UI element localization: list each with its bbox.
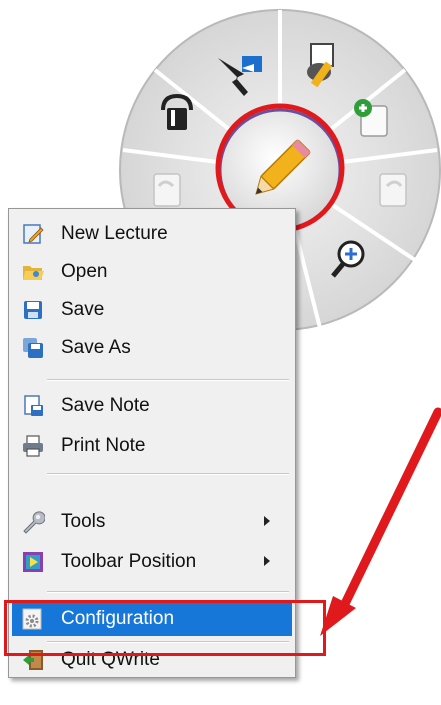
menu-item-tools[interactable]: Tools <box>12 505 292 539</box>
save-note-icon <box>20 393 46 419</box>
menu-item-label: Save Note <box>61 395 150 416</box>
menu-item-save-as[interactable]: Save As <box>12 331 292 365</box>
menu-item-new-lecture[interactable]: New Lecture <box>12 217 292 251</box>
menu-item-toolbar-position[interactable]: Toolbar Position <box>12 545 292 579</box>
open-folder-icon <box>20 259 46 285</box>
toolbar-position-icon <box>20 549 46 575</box>
menu-item-label: Open <box>61 261 108 282</box>
next-page-icon[interactable] <box>379 173 407 207</box>
menu-separator <box>47 591 289 593</box>
submenu-arrow-icon <box>264 516 270 526</box>
menu-item-label: Toolbar Position <box>61 551 197 572</box>
submenu-arrow-icon <box>264 556 270 566</box>
menu-separator <box>47 379 289 381</box>
menu-item-save-note[interactable]: Save Note <box>12 389 292 423</box>
save-disk-icon <box>20 297 46 323</box>
menu-item-label: New Lecture <box>61 223 168 244</box>
annotation-highlight-box <box>4 600 326 656</box>
previous-page-icon[interactable] <box>153 173 181 207</box>
menu-item-save[interactable]: Save <box>12 293 292 327</box>
new-lecture-icon <box>20 221 46 247</box>
wrench-icon <box>20 509 46 535</box>
menu-item-label: Print Note <box>61 435 146 456</box>
menu-item-label: Save <box>61 299 105 320</box>
printer-icon <box>20 433 46 459</box>
screenshot-stage: New Lecture Open Save Save As Save Note … <box>0 0 441 705</box>
menu-item-print-note[interactable]: Print Note <box>12 429 292 463</box>
menu-separator <box>47 473 289 475</box>
save-as-icon <box>20 335 46 361</box>
menu-item-open[interactable]: Open <box>12 255 292 289</box>
menu-item-label: Save As <box>61 337 131 358</box>
menu-item-label: Tools <box>61 511 106 532</box>
